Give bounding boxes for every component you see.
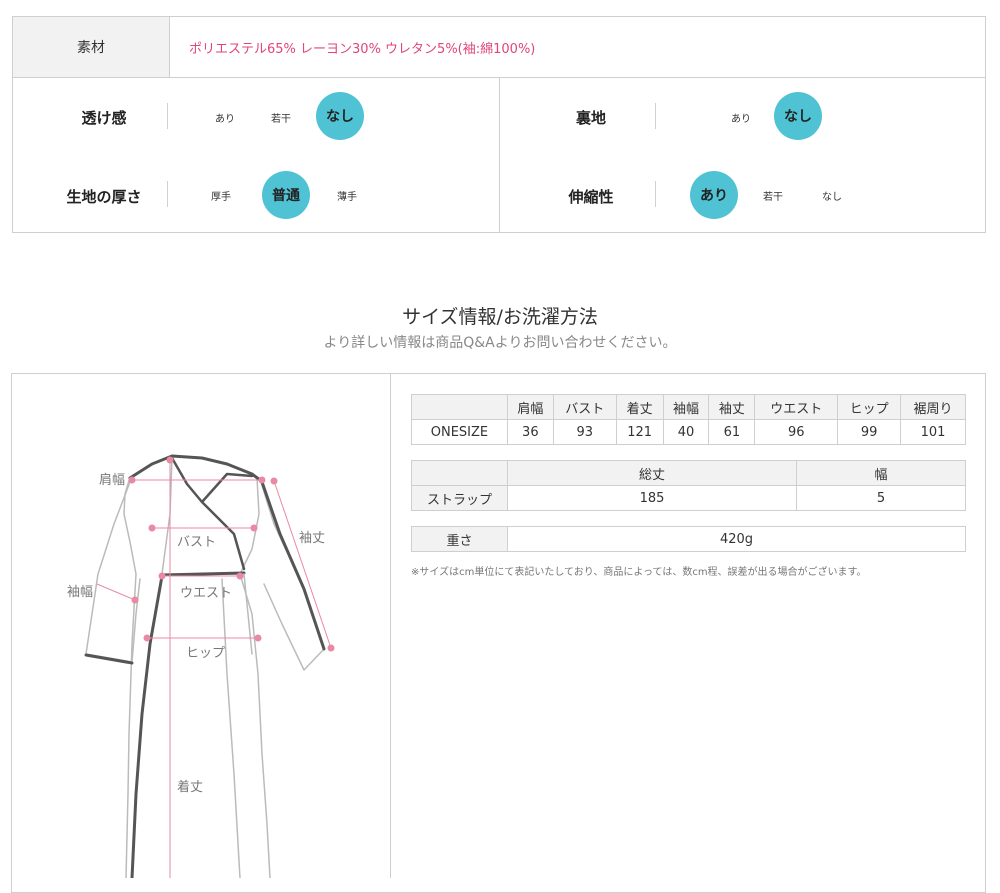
separator [655, 181, 656, 207]
size-header-cell: バスト [552, 394, 617, 420]
diagram-label-waist: ウエスト [180, 586, 233, 601]
lining-option-ari: あり [731, 114, 751, 125]
measure-point [128, 476, 136, 484]
measure-point [250, 524, 258, 532]
belt-loop [243, 573, 253, 655]
diagram-label-hip: ヒップ [186, 646, 226, 661]
size-header-cell [411, 394, 508, 420]
diagram-label-shoulder: 肩幅 [99, 473, 126, 488]
measure-point [131, 596, 139, 604]
separator [167, 103, 168, 129]
collar-back [128, 454, 262, 482]
size-table: 肩幅 バスト 着丈 袖幅 袖丈 ウエスト ヒップ 裾周り ONESIZE 36 … [411, 394, 966, 445]
size-header-cell: 肩幅 [506, 394, 554, 420]
size-cell: 101 [900, 419, 966, 445]
column-divider [499, 77, 500, 233]
table-row: 重さ 420g [411, 526, 966, 552]
transparency-label: 透け感 [81, 109, 127, 127]
waist-belt [160, 571, 246, 577]
sleeve-length-measure-line [273, 480, 332, 649]
weight-value: 420g [507, 526, 966, 552]
weight-label: 重さ [411, 526, 508, 552]
transparency-option-jakkan: 若干 [271, 114, 291, 125]
size-cell: ONESIZE [411, 419, 508, 445]
material-value: ポリエステル65% レーヨン30% ウレタン5%(袖:綿100%) [189, 41, 536, 57]
strap-cell: ストラップ [411, 485, 508, 511]
transparency-option-ari: あり [215, 114, 235, 125]
strap-header-cell: 総丈 [507, 460, 797, 486]
table-row: ONESIZE 36 93 121 40 61 96 99 101 [411, 419, 966, 445]
strap-table-header-row: 総丈 幅 [411, 460, 966, 486]
left-sleeve-hem [84, 653, 134, 665]
size-header-cell: ウエスト [754, 394, 839, 420]
measure-point [254, 634, 262, 642]
material-table: 素材 ポリエステル65% レーヨン30% ウレタン5%(袖:綿100%) 透け感… [12, 16, 986, 233]
measure-point [158, 572, 166, 580]
size-header-cell: 袖丈 [708, 394, 756, 420]
size-cell: 99 [837, 419, 902, 445]
measure-point [236, 572, 244, 580]
measure-point [148, 524, 156, 532]
diagram-label-sleeve-width: 袖幅 [67, 585, 94, 600]
front-edge [130, 574, 164, 878]
separator [167, 181, 168, 207]
diagram-label-sleeve-length: 袖丈 [299, 531, 326, 546]
strap-header-cell [411, 460, 508, 486]
sleeve-width-measure-line [96, 583, 136, 601]
size-cell: 40 [662, 419, 710, 445]
strap-cell: 185 [507, 485, 797, 511]
thickness-option-usude: 薄手 [337, 192, 357, 203]
size-cell: 96 [754, 419, 839, 445]
size-header-cell: 袖幅 [662, 394, 710, 420]
size-cell: 121 [615, 419, 664, 445]
size-cell: 93 [552, 419, 617, 445]
stretch-option-ari-selected: あり [690, 171, 738, 219]
size-header-cell: 裾周り [900, 394, 966, 420]
strap-cell: 5 [796, 485, 966, 511]
measure-point [258, 476, 266, 484]
weight-table: 重さ 420g [411, 526, 966, 552]
thickness-option-atsude: 厚手 [211, 192, 231, 203]
measure-point [270, 477, 278, 485]
material-label: 素材 [13, 17, 170, 77]
strap-table: 総丈 幅 ストラップ 185 5 [411, 460, 966, 511]
size-section-subtitle: より詳しい情報は商品Q&Aよりお問い合わせください。 [323, 335, 677, 351]
table-row: ストラップ 185 5 [411, 485, 966, 511]
measure-point [143, 634, 151, 642]
size-section-title: サイズ情報/お洗濯方法 [402, 306, 598, 328]
stretch-label: 伸縮性 [568, 188, 614, 206]
lining-option-nashi-selected: なし [774, 92, 822, 140]
size-box-divider [390, 373, 391, 878]
size-table-header-row: 肩幅 バスト 着丈 袖幅 袖丈 ウエスト ヒップ 裾周り [411, 394, 966, 420]
transparency-option-nashi-selected: なし [316, 92, 364, 140]
size-header-cell: ヒップ [837, 394, 902, 420]
diagram-label-length: 着丈 [177, 780, 204, 795]
diagram-label-bust: バスト [177, 535, 217, 550]
inner-edge [221, 578, 241, 878]
thickness-option-futsuu-selected: 普通 [262, 171, 310, 219]
measure-point [166, 456, 174, 464]
right-sleeve-edge [260, 480, 326, 651]
size-note: ※サイズはcm単位にて表記いたしており、商品によっては、数cm程、誤差が出る場合… [411, 567, 867, 578]
separator [655, 103, 656, 129]
size-cell: 36 [506, 419, 554, 445]
strap-header-cell: 幅 [796, 460, 966, 486]
thickness-label: 生地の厚さ [66, 188, 142, 206]
stretch-option-nashi: なし [822, 192, 842, 203]
garment-diagram [84, 454, 335, 878]
stretch-option-jakkan: 若干 [763, 192, 783, 203]
size-cell: 61 [708, 419, 756, 445]
material-row: 素材 ポリエステル65% レーヨン30% ウレタン5%(袖:綿100%) [13, 17, 985, 78]
lining-label: 裏地 [575, 109, 606, 127]
measure-point [327, 644, 335, 652]
size-header-cell: 着丈 [615, 394, 664, 420]
robe-body-outline-right [239, 477, 271, 878]
